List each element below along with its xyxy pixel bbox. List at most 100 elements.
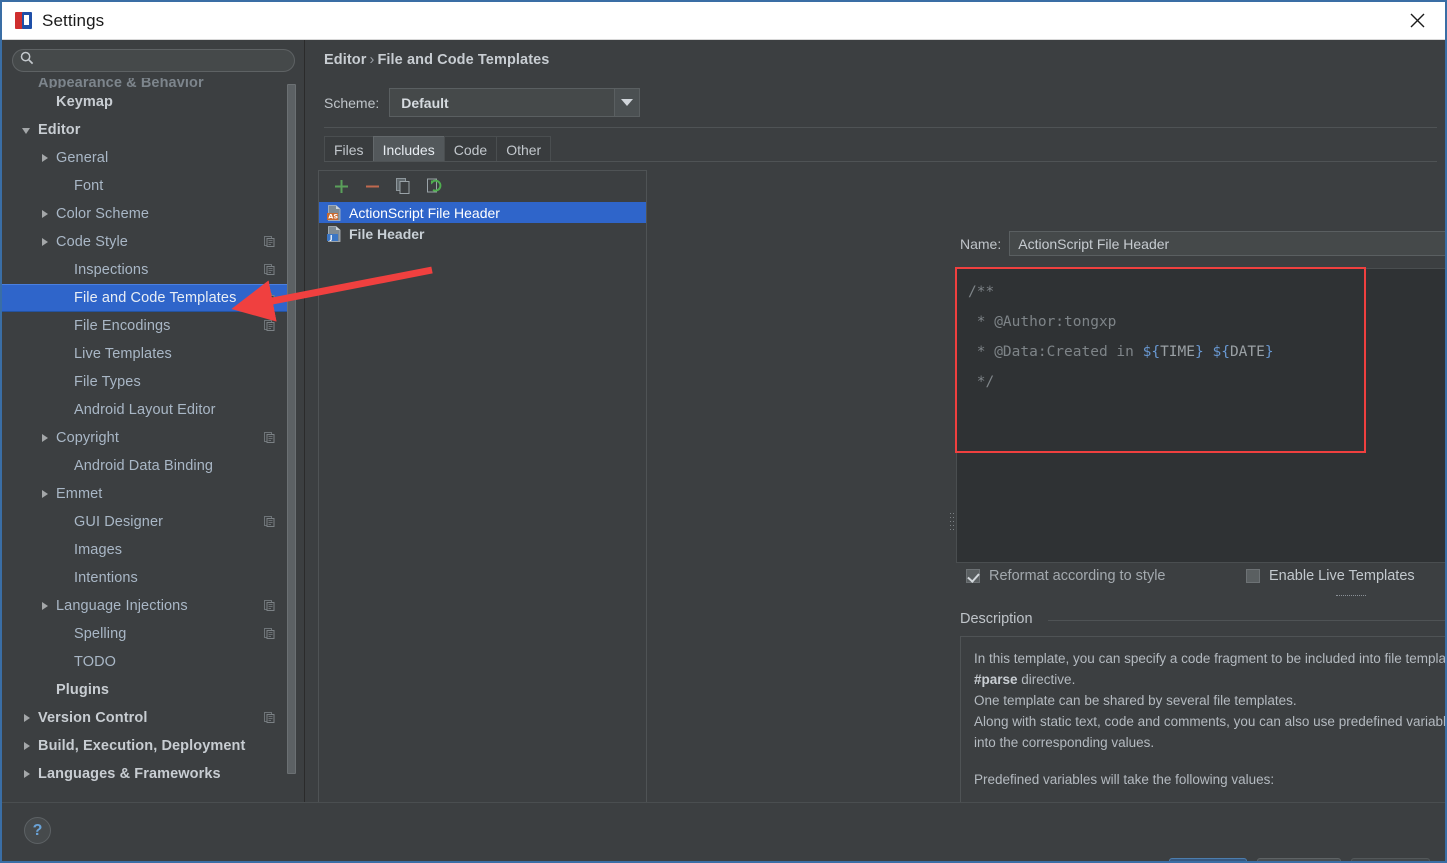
ok-button[interactable]: OK [1169, 858, 1247, 861]
chevron-down-icon[interactable] [614, 89, 640, 116]
cancel-button[interactable]: Cancel [1257, 858, 1341, 861]
chevron-right-icon[interactable] [38, 487, 52, 501]
copy-settings-icon[interactable] [263, 599, 276, 612]
code-line: * @Data:Created in ${TIME} ${DATE} [968, 344, 1274, 360]
tab-other[interactable]: Other [496, 136, 552, 162]
sidebar-item-label: Build, Execution, Deployment [38, 738, 246, 754]
chevron-right-icon[interactable] [20, 767, 34, 781]
scheme-dropdown[interactable]: Default [389, 88, 641, 117]
chevron-right-icon[interactable] [20, 711, 34, 725]
sidebar-scrollbar-thumb[interactable] [287, 84, 296, 774]
sidebar-item-inspections[interactable]: Inspections [2, 256, 288, 284]
sidebar-item-label: General [56, 150, 109, 166]
sidebar-item-spelling[interactable]: Spelling [2, 620, 288, 648]
copy-settings-icon[interactable] [263, 515, 276, 528]
sidebar-item-language-injections[interactable]: Language Injections [2, 592, 288, 620]
chevron-right-icon[interactable] [38, 151, 52, 165]
close-icon[interactable] [1393, 2, 1441, 39]
sidebar-item-keymap[interactable]: Keymap [2, 88, 288, 116]
copy-template-button[interactable] [389, 173, 417, 199]
template-code-editor[interactable]: /** * @Author:tongxp * @Data:Created in … [956, 268, 1445, 563]
sidebar-item-android-data-binding[interactable]: Android Data Binding [2, 452, 288, 480]
sidebar-item-build-execution-deployment[interactable]: Build, Execution, Deployment [2, 732, 288, 760]
search-input[interactable] [40, 51, 280, 70]
chevron-right-icon[interactable] [38, 599, 52, 613]
sidebar-item-code-style[interactable]: Code Style [2, 228, 288, 256]
sidebar-item-color-scheme[interactable]: Color Scheme [2, 200, 288, 228]
settings-tree: Appearance & Behavior Keymap Editor General… [2, 78, 288, 802]
sidebar-item-todo[interactable]: TODO [2, 648, 288, 676]
sidebar-item-appearance-behavior[interactable]: Appearance & Behavior [2, 78, 288, 88]
sidebar-item-label: Android Layout Editor [74, 402, 216, 418]
sidebar-item-file-encodings[interactable]: File Encodings [2, 312, 288, 340]
name-input[interactable]: ActionScript File Header [1009, 231, 1445, 256]
chevron-right-icon[interactable] [38, 431, 52, 445]
add-template-button[interactable] [327, 173, 355, 199]
breadcrumb: Editor › File and Code Templates [324, 52, 549, 68]
chevron-right-icon[interactable] [38, 207, 52, 221]
reformat-checkbox[interactable] [966, 569, 980, 583]
copy-settings-icon[interactable] [263, 235, 276, 248]
copy-settings-icon[interactable] [263, 292, 276, 305]
sidebar-item-editor[interactable]: Editor [2, 116, 288, 144]
copy-settings-icon[interactable] [263, 319, 276, 332]
sidebar-item-label: Editor [38, 122, 81, 138]
sidebar-item-languages-frameworks[interactable]: Languages & Frameworks [2, 760, 288, 788]
chevron-right-icon[interactable] [38, 235, 52, 249]
sidebar-item-label: Spelling [74, 626, 127, 642]
tab-includes[interactable]: Includes [372, 136, 445, 162]
sidebar-item-version-control[interactable]: Version Control [2, 704, 288, 732]
copy-settings-icon[interactable] [263, 431, 276, 444]
copy-settings-icon[interactable] [263, 711, 276, 724]
sidebar-item-general[interactable]: General [2, 144, 288, 172]
search-box[interactable] [12, 49, 295, 72]
live-templates-checkbox-row[interactable]: Enable Live Templates [1246, 568, 1415, 584]
chevron-right-icon[interactable] [20, 739, 34, 753]
code-line: * @Author:tongxp [968, 314, 1117, 330]
sidebar-item-android-layout-editor[interactable]: Android Layout Editor [2, 396, 288, 424]
sidebar-item-label: Live Templates [74, 346, 172, 362]
chevron-down-icon[interactable] [20, 123, 34, 137]
desc-text-a: In this template, you can specify a code… [974, 651, 1447, 666]
sidebar-item-file-types[interactable]: File Types [2, 368, 288, 396]
description-paragraph-2: One template can be shared by several fi… [974, 693, 1297, 708]
remove-template-button[interactable] [358, 173, 386, 199]
tab-code[interactable]: Code [443, 136, 498, 162]
sidebar-item-gui-designer[interactable]: GUI Designer [2, 508, 288, 536]
tab-files[interactable]: Files [324, 136, 374, 162]
help-icon[interactable]: ? [24, 817, 51, 844]
template-list-item[interactable]: AS ActionScript File Header [319, 202, 646, 223]
sidebar-item-images[interactable]: Images [2, 536, 288, 564]
breadcrumb-parent[interactable]: Editor [324, 52, 367, 68]
live-templates-checkbox[interactable] [1246, 569, 1260, 583]
sidebar-item-plugins[interactable]: Plugins [2, 676, 288, 704]
intellij-idea-icon [15, 12, 32, 29]
description-divider [1048, 620, 1445, 621]
sidebar-item-intentions[interactable]: Intentions [2, 564, 288, 592]
live-templates-checkbox-label: Enable Live Templates [1269, 568, 1415, 584]
reformat-checkbox-row[interactable]: Reformat according to style [966, 568, 1166, 584]
copy-settings-icon[interactable] [263, 627, 276, 640]
sidebar-scrollbar[interactable] [287, 84, 296, 784]
sidebar-item-emmet[interactable]: Emmet [2, 480, 288, 508]
template-list-item[interactable]: J File Header [319, 223, 646, 244]
sidebar-item-font[interactable]: Font [2, 172, 288, 200]
template-list-item-label: File Header [349, 225, 425, 242]
template-toolbar [319, 171, 646, 201]
reset-template-button[interactable] [420, 173, 448, 199]
apply-button[interactable]: Apply [1351, 858, 1430, 861]
code-line: /** [968, 284, 995, 300]
sidebar-item-file-and-code-templates[interactable]: File and Code Templates [2, 284, 288, 312]
sidebar-item-live-templates[interactable]: Live Templates [2, 340, 288, 368]
copy-settings-icon[interactable] [263, 263, 276, 276]
sidebar-item-copyright[interactable]: Copyright [2, 424, 288, 452]
desc-text-c: directive. [1017, 672, 1076, 687]
